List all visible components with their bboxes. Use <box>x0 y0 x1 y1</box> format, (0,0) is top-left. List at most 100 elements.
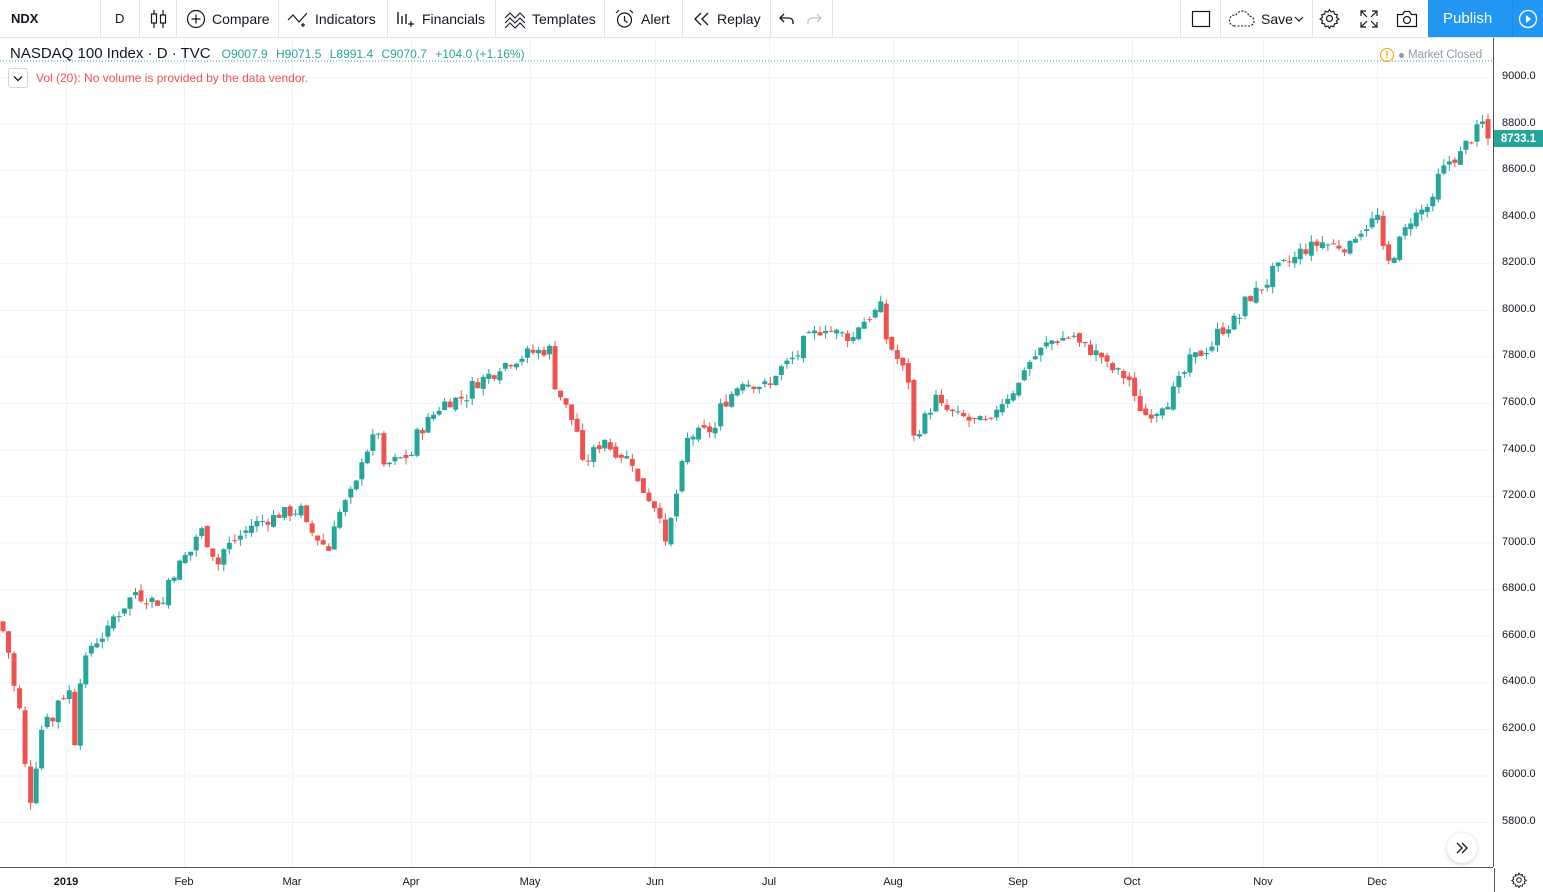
candle-body <box>618 454 624 458</box>
price-tick-label: 7800.0 <box>1502 349 1536 362</box>
candle-body <box>878 301 884 313</box>
settings-button[interactable] <box>1319 0 1340 37</box>
layout-button[interactable] <box>1191 0 1211 37</box>
snapshot-button[interactable] <box>1396 0 1418 37</box>
candle-body <box>1121 370 1127 379</box>
save-button[interactable]: Save <box>1227 0 1293 37</box>
candle-body <box>1242 296 1248 317</box>
candlestick-chart[interactable] <box>0 38 1493 867</box>
candle-body <box>248 525 254 533</box>
fullscreen-button[interactable] <box>1360 0 1378 37</box>
play-circle-icon[interactable] <box>1512 0 1543 37</box>
candle-body <box>541 349 547 356</box>
candle-body <box>1347 240 1353 254</box>
candle-body <box>1137 396 1143 412</box>
candle-body <box>1391 257 1397 263</box>
replay-button[interactable]: Replay <box>693 0 761 37</box>
series-title[interactable]: NASDAQ 100 Index · D · TVC <box>10 45 211 62</box>
candle-body <box>519 358 525 362</box>
candle-body <box>1027 362 1033 369</box>
candle-body <box>861 321 867 329</box>
indicators-button[interactable]: Indicators <box>287 0 376 37</box>
price-tick-label: 8200.0 <box>1502 256 1536 269</box>
publish-button[interactable]: Publish <box>1428 0 1543 37</box>
save-menu-button[interactable] <box>1294 0 1304 37</box>
volume-notice: Vol (20): No volume is provided by the d… <box>36 71 309 85</box>
candle-body <box>442 401 448 410</box>
candle-body <box>304 505 310 522</box>
candle-body <box>1143 408 1149 416</box>
candle-body <box>1198 350 1204 356</box>
chart-style-button[interactable] <box>150 0 167 37</box>
fullscreen-icon <box>1360 9 1378 28</box>
candle-body <box>911 380 917 436</box>
candle-body <box>707 426 713 433</box>
candle-body <box>1132 377 1138 397</box>
candle-body <box>1231 315 1237 330</box>
scroll-to-realtime-button[interactable] <box>1447 833 1477 863</box>
candle-body <box>1402 227 1408 236</box>
price-tick-label: 8400.0 <box>1502 209 1536 222</box>
price-tick-label: 6600.0 <box>1502 628 1536 641</box>
replay-label: Replay <box>717 10 761 27</box>
undo-button[interactable] <box>779 0 795 37</box>
candle-body <box>199 528 205 536</box>
market-status[interactable]: ! Market Closed <box>1380 48 1482 62</box>
candle-body <box>740 384 746 391</box>
candle-body <box>1380 215 1386 246</box>
candle-body <box>751 386 757 390</box>
time-axis[interactable]: 2019 Feb Mar Apr May Jun Jul Aug Sep Oct Nov Dec <box>0 867 1493 892</box>
candle-body <box>403 454 409 459</box>
candle-body <box>685 437 691 463</box>
candle-body <box>50 717 56 722</box>
double-chevron-right-icon <box>1456 842 1468 854</box>
candle-body <box>1397 236 1403 260</box>
redo-button[interactable] <box>806 0 822 37</box>
candle-body <box>552 346 558 390</box>
candle-body <box>535 349 541 354</box>
candle-body <box>155 600 161 606</box>
candle-body <box>823 330 829 334</box>
candle-body <box>259 520 265 522</box>
square-icon <box>1191 10 1211 28</box>
alert-button[interactable]: Alert <box>614 0 670 37</box>
candle-body <box>381 433 387 465</box>
candle-body <box>397 457 403 459</box>
symbol-search-button[interactable]: NDX <box>11 0 38 37</box>
candle-body <box>1297 248 1303 260</box>
candle-body <box>370 434 376 451</box>
candle-body <box>138 590 144 602</box>
candle-body <box>1214 328 1220 346</box>
toolbar-divider <box>604 0 605 37</box>
templates-button[interactable]: Templates <box>504 0 596 37</box>
candle-body <box>271 514 277 527</box>
candle-body <box>17 688 23 709</box>
candle-body <box>845 333 851 341</box>
close-value: C9070.7 <box>381 47 427 61</box>
axis-settings-button[interactable] <box>1494 868 1543 892</box>
chart-pane[interactable] <box>0 38 1493 867</box>
candle-body <box>905 363 911 383</box>
candle-body <box>1082 341 1088 344</box>
candle-body <box>673 493 679 517</box>
candle-body <box>894 350 900 359</box>
candle-body <box>629 458 635 466</box>
candle-body <box>872 309 878 318</box>
gear-icon <box>1511 872 1527 888</box>
price-axis[interactable]: 9000.0 8800.0 8600.0 8400.0 8200.0 8000.0 7800… <box>1493 38 1543 867</box>
candle-body <box>1413 212 1419 227</box>
candle-body <box>44 716 50 728</box>
candle-body <box>11 653 17 686</box>
interval-button[interactable]: D <box>115 0 124 37</box>
collapse-legend-button[interactable] <box>8 68 28 88</box>
candle-body <box>867 319 873 321</box>
candle-body <box>558 390 564 398</box>
candles-icon <box>150 9 167 29</box>
candle-body <box>602 439 608 449</box>
candle-body <box>99 638 105 642</box>
candle-body <box>1159 408 1165 416</box>
financials-button[interactable]: Financials <box>396 0 485 37</box>
candle-body <box>977 416 983 421</box>
compare-button[interactable]: Compare <box>186 0 270 37</box>
candle-body <box>39 729 45 769</box>
